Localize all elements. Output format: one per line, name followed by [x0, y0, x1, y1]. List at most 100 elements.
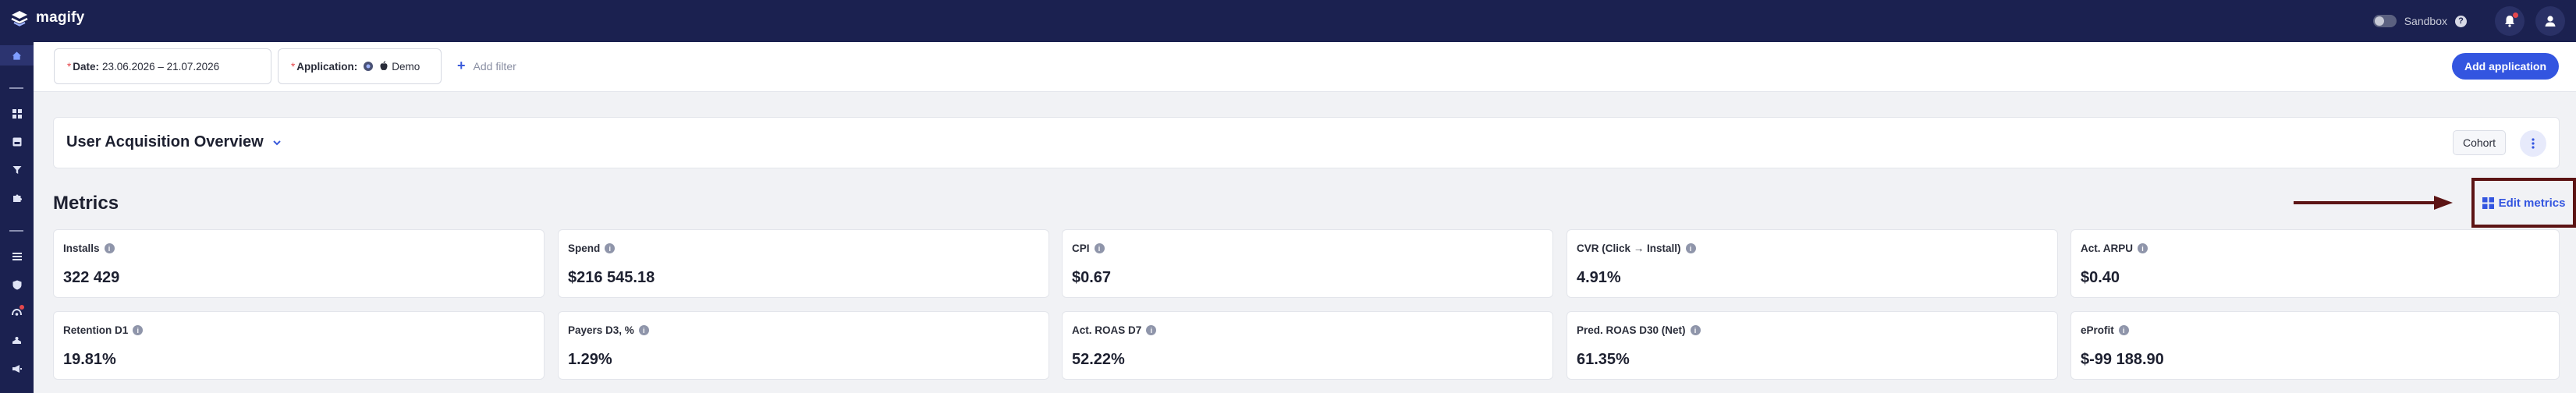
metric-label: Act. ROAS D7: [1072, 324, 1142, 336]
metric-card[interactable]: Payers D3, % i 1.29%: [558, 311, 1049, 380]
metric-value: 1.29%: [568, 351, 612, 368]
info-icon[interactable]: i: [1690, 325, 1701, 335]
info-icon[interactable]: i: [1146, 325, 1157, 335]
info-icon[interactable]: i: [1094, 243, 1105, 253]
application-filter-chip[interactable]: * Application: Demo: [278, 48, 442, 84]
info-icon[interactable]: i: [133, 325, 144, 335]
info-icon[interactable]: i: [2118, 325, 2129, 335]
annotation-arrow-icon: [2294, 196, 2453, 210]
profile-button[interactable]: [2535, 6, 2565, 36]
sidebar-item-filters[interactable]: [0, 160, 34, 180]
dashboard-selector[interactable]: User Acquisition Overview: [66, 133, 282, 151]
date-filter-chip[interactable]: * Date: 23.06.2026 – 21.07.2026: [54, 48, 271, 84]
home-icon: [12, 51, 22, 60]
sandbox-toggle[interactable]: [2372, 15, 2397, 27]
app-thumbnail-icon: [364, 62, 374, 71]
sandbox-label: Sandbox: [2404, 15, 2447, 27]
metric-label: Act. ARPU: [2081, 243, 2134, 254]
date-filter-value: 23.06.2026 – 21.07.2026: [102, 60, 220, 73]
stack-icon: [12, 337, 21, 344]
more-vertical-icon: [2532, 138, 2535, 149]
metric-card[interactable]: CPI i $0.67: [1062, 229, 1553, 298]
required-mark: *: [67, 60, 72, 73]
metric-card[interactable]: CVR (Click → Install) i 4.91%: [1567, 229, 2058, 298]
apple-icon: [380, 61, 388, 71]
grid-icon: [2482, 196, 2494, 209]
metric-label: CPI: [1072, 243, 1090, 254]
inbox-icon: [12, 137, 21, 147]
sidebar-item-stack[interactable]: [0, 331, 34, 351]
dashboard-grid-icon: [12, 109, 22, 119]
chevron-down-icon: [272, 140, 281, 145]
megaphone-icon: [12, 365, 22, 373]
filter-bar: * Date: 23.06.2026 – 21.07.2026 * Applic…: [34, 42, 2576, 92]
metric-label: Pred. ROAS D30 (Net): [1577, 324, 1686, 336]
metric-card[interactable]: Act. ARPU i $0.40: [2070, 229, 2560, 298]
application-filter-label: Application:: [296, 60, 358, 73]
info-icon[interactable]: i: [2138, 243, 2148, 253]
brand-name: magify: [36, 9, 85, 26]
shield-icon: [12, 280, 21, 289]
question-circle-icon[interactable]: ?: [2455, 15, 2467, 27]
sidebar-badge: [20, 305, 24, 310]
metric-card[interactable]: Act. ROAS D7 i 52.22%: [1062, 311, 1553, 380]
metric-value: $0.40: [2081, 269, 2120, 286]
brand-logo[interactable]: magify: [9, 8, 84, 28]
metric-card[interactable]: Installs i 322 429: [53, 229, 545, 298]
required-mark: *: [291, 60, 296, 73]
top-bar: magify Sandbox ?: [0, 0, 2576, 42]
sidebar-item-campaigns[interactable]: [0, 359, 34, 379]
add-filter-label: Add filter: [473, 59, 516, 73]
info-icon[interactable]: i: [605, 243, 616, 253]
info-icon[interactable]: i: [104, 243, 115, 253]
sidebar-item-dashboards[interactable]: [0, 104, 34, 124]
dashboard-header-card: User Acquisition Overview Cohort: [53, 117, 2560, 168]
metric-card[interactable]: Pred. ROAS D30 (Net) i 61.35%: [1567, 311, 2058, 380]
metric-label: CVR (Click → Install): [1577, 243, 1681, 254]
metric-value: 322 429: [63, 269, 120, 286]
metric-value: $216 545.18: [568, 269, 655, 286]
metric-value: 4.91%: [1577, 269, 1621, 286]
dashboard-title: User Acquisition Overview: [66, 133, 264, 150]
metric-card[interactable]: eProfit i $-99 188.90: [2070, 311, 2560, 380]
more-options-button[interactable]: [2520, 130, 2546, 157]
cohort-button[interactable]: Cohort: [2452, 130, 2506, 155]
metric-label: Payers D3, %: [568, 324, 634, 336]
sidebar-item-inbox[interactable]: [0, 132, 34, 152]
metric-value: $-99 188.90: [2081, 351, 2164, 368]
metric-value: 52.22%: [1072, 351, 1125, 368]
metric-value: $0.67: [1072, 269, 1112, 286]
metric-value: 19.81%: [63, 351, 116, 368]
sidebar-divider: [9, 230, 23, 232]
metric-card[interactable]: Spend i $216 545.18: [558, 229, 1049, 298]
edit-metrics-label: Edit metrics: [2498, 196, 2566, 210]
sidebar-divider: [9, 87, 23, 89]
sidebar-item-security[interactable]: [0, 274, 34, 295]
filter-funnel-icon: [12, 166, 21, 174]
metric-label: Spend: [568, 243, 601, 254]
metric-label: Installs: [63, 243, 100, 254]
plus-icon: +: [457, 58, 466, 73]
magify-logo-icon: [11, 11, 28, 27]
sidebar-item-home[interactable]: [0, 45, 34, 66]
add-filter-button[interactable]: + Add filter: [457, 58, 516, 74]
topbar-actions: Sandbox ?: [2372, 6, 2565, 36]
notifications-button[interactable]: [2495, 6, 2525, 36]
info-icon[interactable]: i: [1685, 243, 1696, 253]
info-icon[interactable]: i: [638, 325, 649, 335]
edit-metrics-button[interactable]: Edit metrics: [2471, 178, 2576, 228]
metric-value: 61.35%: [1577, 351, 1630, 368]
notification-badge: [2513, 12, 2518, 18]
puzzle-icon: [12, 194, 22, 202]
sidebar-item-flows[interactable]: [0, 303, 34, 323]
user-icon: [2545, 16, 2556, 27]
sidebar: [0, 42, 34, 393]
application-filter-value: Demo: [392, 60, 420, 73]
list-icon: [12, 253, 22, 260]
metric-label: eProfit: [2081, 324, 2114, 336]
sidebar-item-integrations[interactable]: [0, 188, 34, 208]
metric-card[interactable]: Retention D1 i 19.81%: [53, 311, 545, 380]
add-application-button[interactable]: Add application: [2452, 53, 2559, 80]
sidebar-item-list[interactable]: [0, 246, 34, 267]
date-filter-label: Date:: [73, 60, 100, 73]
